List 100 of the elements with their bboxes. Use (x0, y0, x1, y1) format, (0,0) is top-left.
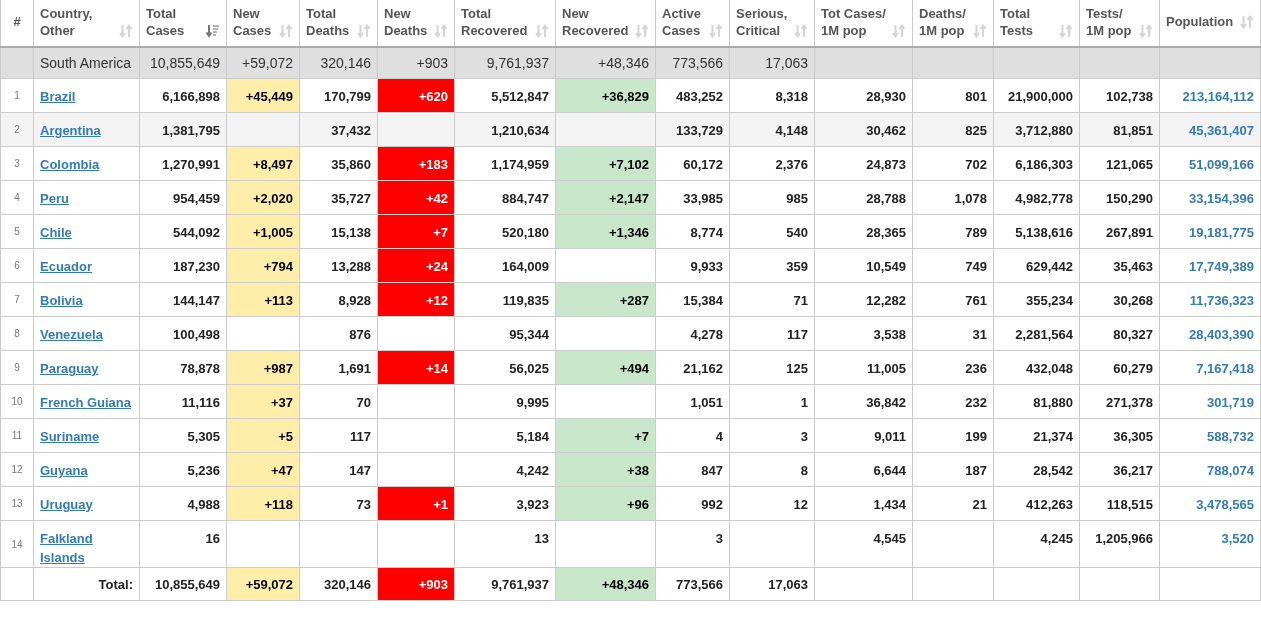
table-cell: 4,148 (775, 123, 808, 138)
table-cell: +113 (264, 293, 293, 308)
table-cell: 36,217 (1113, 463, 1153, 478)
table-cell: 4,245 (1040, 531, 1073, 546)
table-cell: 3 (715, 531, 723, 546)
table-cell: 117 (787, 327, 808, 342)
table-cell: 11,116 (181, 395, 220, 410)
table-cell: 702 (965, 157, 987, 172)
table-cell: 30,268 (1113, 293, 1153, 308)
table-cell: +7,102 (608, 157, 649, 172)
table-cell: 7,167,418 (1196, 361, 1254, 376)
table-cell: 187 (965, 463, 987, 478)
table-cell: 271,378 (1106, 395, 1153, 410)
table-cell: +987 (263, 361, 293, 376)
table-cell: 359 (786, 259, 808, 274)
table-cell: +48,346 (598, 54, 649, 71)
table-cell: 520,180 (502, 225, 549, 240)
table-cell: +1,346 (608, 225, 649, 240)
table-cell: 28,365 (866, 225, 906, 240)
table-cell: 6,166,898 (162, 89, 220, 104)
table-cell: 21 (972, 497, 987, 512)
table-cell: 21,162 (683, 361, 723, 376)
table-cell: 71 (793, 293, 808, 308)
table-cell: 1,205,966 (1095, 531, 1153, 546)
table-cell: 144,147 (173, 293, 220, 308)
table-cell: 9,933 (690, 259, 723, 274)
table-cell: +14 (425, 361, 448, 376)
table-cell: 9,011 (874, 429, 906, 444)
table-cell: 4,545 (873, 531, 906, 546)
table-cell: 847 (701, 463, 723, 478)
table-cell: 1,078 (954, 191, 987, 206)
table-cell: +620 (418, 89, 448, 104)
table-cell: 9,995 (516, 395, 549, 410)
table-cell: 35,727 (331, 191, 371, 206)
table-cell: 3 (800, 429, 808, 444)
table-cell: 5,138,616 (1015, 225, 1073, 240)
column-header[interactable]: # (13, 13, 21, 30)
table-cell: 28,542 (1033, 463, 1073, 478)
table-cell: +24 (425, 259, 448, 274)
table-cell: +2,147 (608, 191, 649, 206)
table-cell: 761 (965, 293, 987, 308)
table-cell: 56,025 (509, 361, 549, 376)
table-cell: 119,835 (502, 293, 549, 308)
country-link[interactable]: Brazil (40, 87, 76, 106)
table-cell: +494 (619, 361, 649, 376)
table-cell: 2,281,564 (1015, 327, 1073, 342)
table-cell: 544,092 (173, 225, 220, 240)
table-cell: 24,873 (866, 157, 906, 172)
table-cell: +8,497 (252, 157, 293, 172)
table-cell: 773,566 (672, 54, 723, 71)
table-cell: 150,290 (1106, 191, 1153, 206)
table-cell: 15,384 (683, 293, 723, 308)
table-cell: 17,063 (765, 54, 808, 71)
table-cell: 33,985 (683, 191, 723, 206)
table-cell: 15,138 (331, 225, 371, 240)
table-cell: 236 (965, 361, 987, 376)
country-link[interactable]: Peru (40, 189, 69, 208)
table-cell: 232 (965, 395, 987, 410)
table-cell: 187,230 (173, 259, 220, 274)
table-cell: 100,498 (173, 327, 220, 342)
table-cell: +7 (433, 225, 448, 240)
table-cell: 213,164,112 (1182, 89, 1254, 104)
table-cell: 133,729 (676, 123, 723, 138)
sort-icon[interactable] (206, 23, 220, 38)
table-cell: 4 (715, 429, 723, 444)
rank-number: 5 (14, 226, 20, 237)
table-cell: 147 (349, 463, 371, 478)
table-cell: 876 (349, 327, 371, 342)
table-cell: 3,478,565 (1196, 497, 1254, 512)
table-cell: 78,878 (180, 361, 220, 376)
table-cell: 60,172 (683, 157, 723, 172)
table-cell: 51,099,166 (1188, 157, 1254, 172)
table-cell: +47 (270, 463, 293, 478)
table-cell: +118 (264, 497, 293, 512)
table-cell: 5,184 (516, 429, 549, 444)
continent-name: South America (40, 54, 132, 71)
table-cell: 10,549 (866, 259, 906, 274)
table-cell: 4,982,778 (1015, 191, 1073, 206)
table-cell: +794 (263, 259, 293, 274)
table-cell: 9,761,937 (491, 576, 549, 592)
table-cell: 8,774 (690, 225, 723, 240)
table-cell: 4,278 (690, 327, 723, 342)
rank-number: 2 (14, 124, 20, 135)
table-cell: 1,381,795 (162, 123, 220, 138)
table-cell: 1,210,634 (491, 123, 549, 138)
table-cell: 8 (800, 463, 808, 478)
table-cell: 125 (786, 361, 808, 376)
country-link[interactable]: Chile (40, 223, 72, 242)
table-cell: 6,186,303 (1015, 157, 1073, 172)
rank-number: 10 (11, 396, 23, 407)
table-cell: 1,270,991 (162, 157, 220, 172)
table-cell: 3,520 (1221, 531, 1254, 546)
table-cell: 11,005 (866, 361, 906, 376)
table-cell: 588,732 (1207, 429, 1254, 444)
table-cell: 16 (205, 531, 220, 546)
table-cell: +183 (418, 157, 448, 172)
table-cell: 35,463 (1113, 259, 1153, 274)
table-cell: 301,719 (1207, 395, 1254, 410)
table-cell: +7 (634, 429, 649, 444)
table-cell: 1 (800, 395, 808, 410)
